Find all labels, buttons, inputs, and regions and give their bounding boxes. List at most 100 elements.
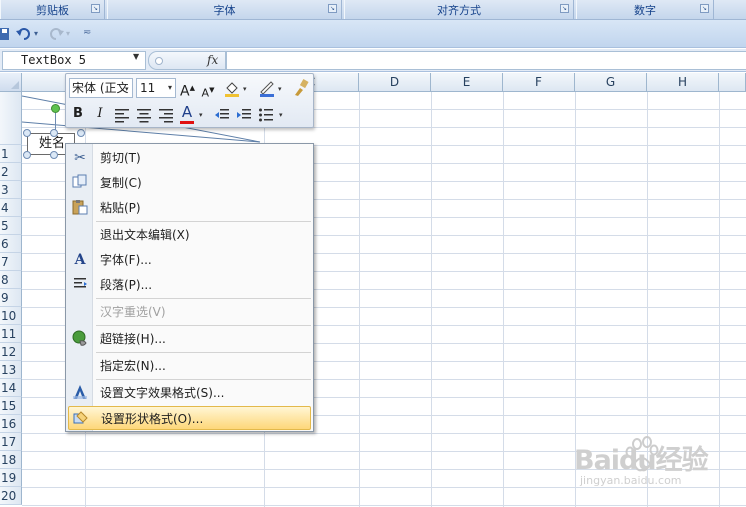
rotation-handle[interactable] [51, 104, 60, 113]
row-header[interactable]: 18 [0, 451, 22, 469]
formula-bar: TextBox 5 ▼ fx [0, 49, 746, 72]
row-header[interactable]: 5 [0, 217, 22, 235]
font-name-select[interactable]: 宋体 (正文 [69, 78, 133, 98]
line-color-icon[interactable] [258, 79, 276, 97]
resize-handle[interactable] [77, 129, 85, 137]
redo-icon [50, 28, 64, 40]
textbox-text[interactable]: 姓名 [39, 136, 65, 151]
row-header[interactable]: 19 [0, 469, 22, 487]
font-color-button[interactable]: A [180, 103, 194, 121]
name-box[interactable]: TextBox 5 [2, 51, 146, 70]
fill-color-dropdown-icon[interactable]: ▾ [243, 85, 247, 93]
row-header[interactable]: 4 [0, 199, 22, 217]
increase-indent-icon[interactable] [236, 106, 252, 124]
row-header[interactable]: 2 [0, 163, 22, 181]
row-header[interactable]: 16 [0, 415, 22, 433]
expand-handle-icon[interactable] [155, 57, 163, 65]
row-header[interactable]: 11 [0, 325, 22, 343]
resize-handle[interactable] [23, 129, 31, 137]
font-name-dropdown-icon[interactable]: ▾ [125, 85, 129, 93]
menu-separator [96, 352, 311, 353]
format-painter-icon[interactable] [292, 79, 310, 97]
mini-toolbar: 宋体 (正文 ▾ 11 ▾ A▲ A▼ ▾ ▾ B I A ▾ ▾ [65, 73, 314, 128]
undo-icon[interactable] [16, 26, 32, 42]
row-header-hidden [0, 92, 22, 145]
menu-item-exit-text-edit[interactable]: 退出文本编辑(X) [68, 223, 311, 247]
row-header[interactable]: 7 [0, 253, 22, 271]
grow-font-button[interactable]: A▲ [180, 79, 195, 100]
column-header[interactable]: F [503, 73, 575, 92]
font-size-select[interactable]: 11 ▾ [136, 78, 176, 98]
ribbon-group-label: 字体 [213, 4, 236, 17]
customize-toolbar-icon[interactable]: ≂ [83, 27, 91, 43]
scissors-icon: ✂ [74, 150, 86, 166]
menu-item-cut[interactable]: ✂ 剪切(T) [68, 146, 311, 170]
menu-item-label: 段落(P)... [100, 278, 153, 292]
bold-button[interactable]: B [71, 105, 85, 123]
font-name-value: 宋体 (正文 [72, 81, 129, 95]
select-all-corner[interactable] [0, 73, 22, 92]
gridline [359, 92, 360, 507]
column-header[interactable]: D [359, 73, 431, 92]
dialog-launcher-icon[interactable]: ↘ [700, 4, 709, 13]
dialog-launcher-icon[interactable]: ↘ [328, 4, 337, 13]
row-header[interactable]: 17 [0, 433, 22, 451]
column-header[interactable]: H [647, 73, 719, 92]
quick-access-toolbar: ▾ ▾ ≂ [0, 20, 746, 48]
row-header[interactable]: 14 [0, 379, 22, 397]
watermark-url: jingyan.baidu.com [580, 474, 682, 487]
row-header[interactable]: 12 [0, 343, 22, 361]
bullets-icon[interactable] [258, 106, 274, 124]
menu-separator [96, 298, 311, 299]
resize-handle[interactable] [50, 129, 58, 137]
menu-item-paste[interactable]: 粘贴(P) [68, 196, 311, 220]
menu-item-format-text-effects[interactable]: 设置文字效果格式(S)... [68, 381, 311, 405]
shrink-font-label: A [201, 86, 210, 100]
row-header[interactable]: 20 [0, 487, 22, 505]
bullets-dropdown-icon[interactable]: ▾ [279, 111, 283, 119]
name-box-dropdown-icon[interactable]: ▼ [133, 52, 139, 61]
decrease-indent-icon[interactable] [214, 106, 230, 124]
column-header-i[interactable] [719, 73, 746, 92]
row-header[interactable]: 3 [0, 181, 22, 199]
dialog-launcher-icon[interactable]: ↘ [91, 4, 100, 13]
column-header[interactable]: E [431, 73, 503, 92]
line-color-dropdown-icon[interactable]: ▾ [278, 85, 282, 93]
fill-color-icon[interactable] [223, 79, 241, 97]
font-size-dropdown-icon[interactable]: ▾ [168, 79, 172, 97]
formula-input[interactable] [226, 51, 746, 70]
formula-controls: fx [148, 51, 226, 70]
excel-window: 剪贴板 ↘ 字体 ↘ 对齐方式 ↘ 数字 ↘ ▾ ▾ ≂ TextBox 5 ▼… [0, 0, 746, 507]
menu-item-hyperlink[interactable]: 超链接(H)... [68, 327, 311, 351]
row-header[interactable]: 10 [0, 307, 22, 325]
resize-handle[interactable] [23, 151, 31, 159]
undo-dropdown-icon[interactable]: ▾ [34, 29, 38, 45]
ribbon-group-number: 数字 ↘ [576, 0, 714, 19]
menu-item-font[interactable]: A 字体(F)... [68, 248, 311, 272]
save-icon[interactable] [0, 26, 10, 42]
row-header[interactable]: 15 [0, 397, 22, 415]
align-left-icon[interactable] [114, 106, 130, 124]
font-color-dropdown-icon[interactable]: ▾ [199, 111, 203, 119]
shrink-font-button[interactable]: A▼ [201, 81, 215, 100]
menu-item-label: 粘贴(P) [100, 201, 141, 215]
row-header[interactable]: 1 [0, 145, 22, 163]
menu-item-assign-macro[interactable]: 指定宏(N)... [68, 354, 311, 378]
menu-item-paragraph[interactable]: 段落(P)... [68, 273, 311, 297]
italic-button[interactable]: I [93, 105, 107, 123]
resize-handle[interactable] [50, 151, 58, 159]
row-header[interactable]: 9 [0, 289, 22, 307]
menu-item-format-shape[interactable]: 设置形状格式(O)... [68, 406, 311, 430]
insert-function-button[interactable]: fx [207, 53, 218, 67]
row-header[interactable]: 8 [0, 271, 22, 289]
row-header[interactable]: 6 [0, 235, 22, 253]
menu-item-label: 汉字重选(V) [100, 305, 166, 319]
dialog-launcher-icon[interactable]: ↘ [560, 4, 569, 13]
row-header[interactable]: 13 [0, 361, 22, 379]
menu-item-copy[interactable]: 复制(C) [68, 171, 311, 195]
align-right-icon[interactable] [158, 106, 174, 124]
font-icon: A [74, 252, 86, 268]
align-center-icon[interactable] [136, 106, 152, 124]
menu-separator [96, 379, 311, 380]
column-header[interactable]: G [575, 73, 647, 92]
